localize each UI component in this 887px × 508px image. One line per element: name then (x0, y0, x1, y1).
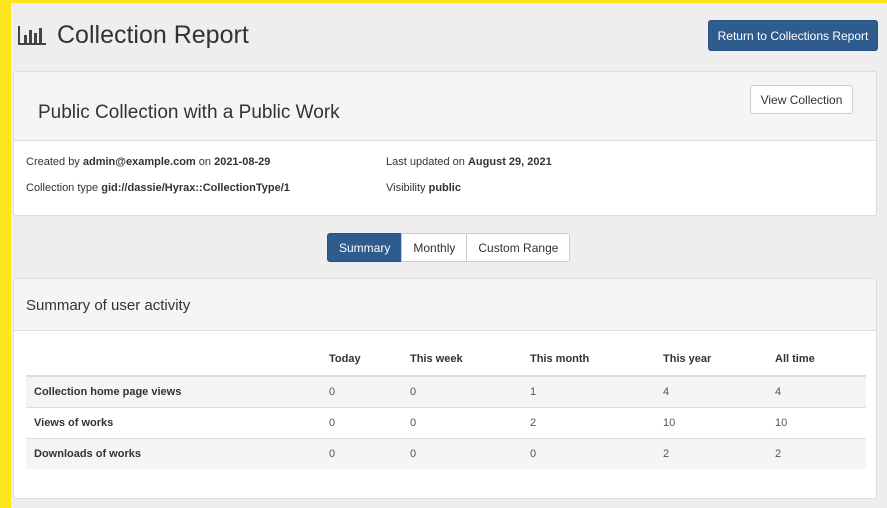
view-collection-button[interactable]: View Collection (750, 85, 853, 114)
table-cell: 2 (767, 437, 866, 469)
page-header: Collection Report Return to Collections … (11, 3, 887, 67)
table-cell: 0 (321, 437, 402, 469)
tab-summary[interactable]: Summary (327, 233, 403, 262)
table-cell: 4 (655, 375, 767, 407)
page: Collection Report Return to Collections … (11, 3, 887, 508)
collection-type-info: Collection type gid://dassie/Hyrax::Coll… (26, 182, 290, 194)
table-cell: 0 (321, 375, 402, 407)
column-header-this-month: This month (522, 343, 655, 377)
table-cell: 0 (522, 437, 655, 469)
column-header-this-year: This year (655, 343, 767, 377)
tab-monthly[interactable]: Monthly (401, 233, 468, 262)
table-cell: 10 (655, 406, 767, 438)
collection-type-value: gid://dassie/Hyrax::CollectionType/1 (101, 182, 290, 194)
column-header (26, 343, 321, 377)
collection-panel-heading: Public Collection with a Public Work Vie… (14, 72, 876, 141)
row-label: Downloads of works (26, 437, 321, 469)
page-title: Collection Report (17, 20, 249, 50)
created-date: 2021-08-29 (214, 156, 271, 168)
table-cell: 0 (321, 406, 402, 438)
table-row: Downloads of works 0 0 0 2 2 (26, 437, 866, 469)
collection-title: Public Collection with a Public Work (38, 102, 340, 123)
table-cell: 10 (767, 406, 866, 438)
updated-label: Last updated on (386, 156, 465, 168)
table-cell: 2 (522, 406, 655, 438)
created-info: Created by admin@example.com on 2021-08-… (26, 156, 270, 168)
column-header-this-week: This week (402, 343, 522, 377)
window-frame-left (0, 0, 11, 508)
table-row: Collection home page views 0 0 1 4 4 (26, 375, 866, 407)
tab-custom-range[interactable]: Custom Range (466, 233, 571, 262)
table-cell: 4 (767, 375, 866, 407)
table-cell: 0 (402, 375, 522, 407)
summary-panel: Summary of user activity Today This week… (13, 278, 877, 499)
created-on-label: on (198, 156, 212, 168)
column-header-today: Today (321, 343, 402, 377)
summary-table: Today This week This month This year All… (26, 343, 866, 469)
table-header-row: Today This week This month This year All… (26, 343, 866, 377)
visibility-value: public (428, 182, 461, 194)
updated-info: Last updated on August 29, 2021 (386, 156, 552, 168)
row-label: Views of works (26, 406, 321, 438)
row-label: Collection home page views (26, 375, 321, 407)
table-cell: 0 (402, 406, 522, 438)
report-tabs: Summary Monthly Custom Range (327, 233, 571, 262)
visibility-info: Visibility public (386, 182, 461, 194)
bar-chart-icon (18, 26, 46, 45)
table-cell: 2 (655, 437, 767, 469)
visibility-label: Visibility (386, 182, 426, 194)
column-header-all-time: All time (767, 343, 866, 377)
updated-date: August 29, 2021 (467, 156, 552, 168)
created-prefix: Created by (26, 156, 80, 168)
collection-type-label: Collection type (26, 182, 99, 194)
table-cell: 0 (402, 437, 522, 469)
table-cell: 1 (522, 375, 655, 407)
page-title-text: Collection Report (57, 20, 249, 49)
summary-panel-heading: Summary of user activity (14, 279, 876, 331)
return-to-collections-report-button[interactable]: Return to Collections Report (708, 20, 878, 51)
table-row: Views of works 0 0 2 10 10 (26, 406, 866, 438)
collection-panel: Public Collection with a Public Work Vie… (13, 71, 877, 216)
created-by: admin@example.com (82, 156, 196, 168)
summary-heading: Summary of user activity (26, 297, 191, 314)
